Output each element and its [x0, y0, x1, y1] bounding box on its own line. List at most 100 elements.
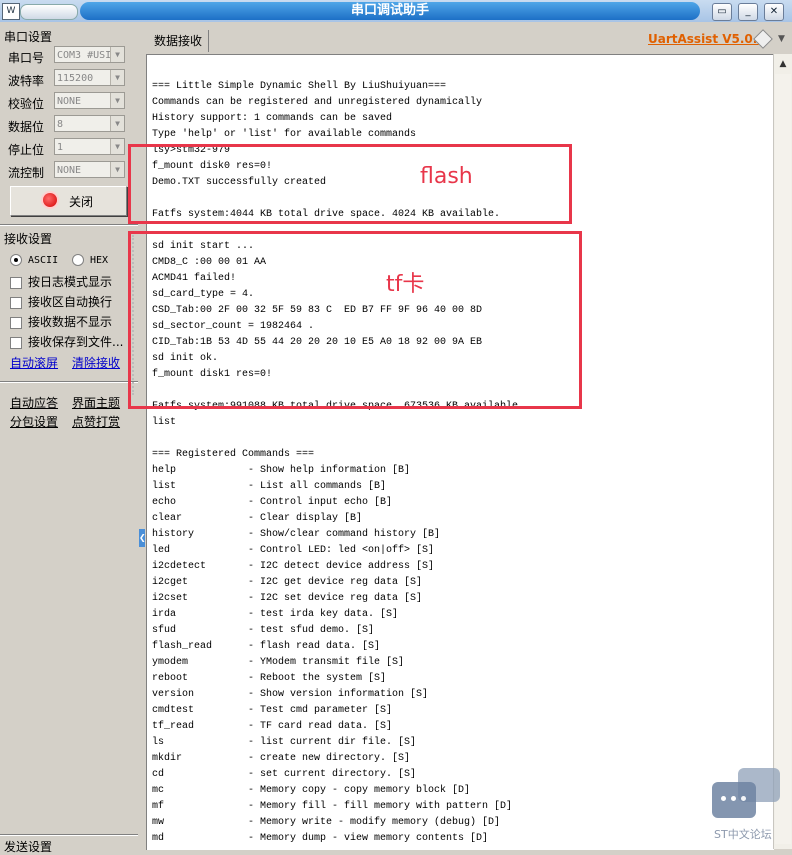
baud-select[interactable]: 115200 ▼ — [54, 69, 125, 86]
checkbox-icon[interactable] — [10, 276, 22, 289]
close-window-icon[interactable]: ✕ — [764, 3, 784, 21]
minimize-icon[interactable]: _ — [738, 3, 758, 21]
recv-line: ls - list current dir file. [S] — [152, 737, 417, 748]
like-link[interactable]: 点赞打赏 — [72, 413, 120, 430]
hex-radio[interactable]: HEX — [72, 252, 108, 266]
recv-line: version - Show version information [S] — [152, 689, 429, 700]
settings-panel: 串口设置 串口号 COM3 #USI ▼ 波特率 115200 ▼ 校验位 NONE… — [0, 24, 138, 854]
chevron-down-icon[interactable]: ▼ — [110, 70, 124, 85]
recv-line: i2cdetect - I2C detect device address [S… — [152, 561, 435, 572]
stopbits-value: 1 — [57, 142, 64, 153]
auto-scroll-link[interactable]: 自动滚屏 — [10, 354, 58, 371]
clear-recv-link[interactable]: 清除接收 — [72, 354, 120, 371]
recv-line: mc - Memory copy - copy memory block [D] — [152, 785, 471, 796]
recv-settings-title: 接收设置 — [4, 232, 53, 246]
watermark-text: ST中文论坛 — [714, 828, 772, 841]
stopbits-select[interactable]: 1 ▼ — [54, 138, 125, 155]
restore-icon[interactable]: ▭ — [712, 3, 732, 21]
auto-wrap-checkbox[interactable]: 接收区自动换行 — [10, 293, 112, 310]
recv-line: list - List all commands [B] — [152, 481, 387, 492]
divider — [0, 381, 138, 383]
ui-theme-link[interactable]: 界面主题 — [72, 394, 120, 411]
port-value: COM3 #USI — [57, 50, 112, 61]
log-mode-label: 按日志模式显示 — [28, 275, 113, 289]
chevron-down-icon[interactable]: ▼ — [110, 162, 124, 177]
vertical-scrollbar[interactable]: ▲ — [773, 54, 792, 849]
recv-line: i2cset - I2C set device reg data [S] — [152, 593, 423, 604]
recv-line: cmdtest - Test cmd parameter [S] — [152, 705, 393, 716]
databits-select[interactable]: 8 ▼ — [54, 115, 125, 132]
tab-data-recv[interactable]: 数据接收 — [148, 30, 210, 52]
flowctl-label: 流控制 — [8, 166, 45, 180]
status-led-icon — [43, 193, 57, 207]
tf-annotation: tf卡 — [386, 272, 425, 297]
radio-checked-icon[interactable] — [10, 253, 22, 266]
radio-icon[interactable] — [72, 253, 84, 266]
save-file-checkbox[interactable]: 接收保存到文件... — [10, 333, 123, 350]
scroll-up-icon[interactable]: ▲ — [775, 56, 791, 72]
brand-link[interactable]: UartAssist V5.0.1 — [648, 32, 766, 46]
collapse-arrow-icon[interactable]: ❮ — [139, 529, 146, 547]
chevron-down-icon[interactable]: ▼ — [110, 93, 124, 108]
recv-line: mkdir - create new directory. [S] — [152, 753, 411, 764]
ascii-label: ASCII — [28, 255, 59, 266]
checkbox-icon[interactable] — [10, 336, 22, 349]
recv-line: sfud - test sfud demo. [S] — [152, 625, 375, 636]
parity-value: NONE — [57, 96, 82, 107]
ascii-radio[interactable]: ASCII — [10, 252, 58, 266]
recv-line: irda - test irda key data. [S] — [152, 609, 399, 620]
recv-line: mf - Memory fill - fill memory with patt… — [152, 801, 513, 812]
flowctl-select[interactable]: NONE ▼ — [54, 161, 125, 178]
app-icon[interactable]: W — [2, 3, 20, 20]
flash-highlight-box — [128, 144, 572, 224]
checkbox-icon[interactable] — [10, 316, 22, 329]
auto-wrap-label: 接收区自动换行 — [28, 295, 113, 309]
recv-line: tf_read - TF card read data. [S] — [152, 721, 393, 732]
tab-bar: 数据接收 UartAssist V5.0.1 ▼ — [146, 24, 792, 54]
recv-line: Commands can be registered and unregiste… — [152, 97, 483, 108]
divider — [0, 224, 138, 226]
packet-settings-link[interactable]: 分包设置 — [10, 413, 58, 430]
recv-line: History support: 1 commands can be saved — [152, 113, 393, 124]
recv-line: echo - Control input echo [B] — [152, 497, 393, 508]
send-settings-title: 发送设置 — [4, 840, 53, 854]
chevron-down-icon[interactable]: ▼ — [110, 116, 124, 131]
auto-reply-link[interactable]: 自动应答 — [10, 394, 58, 411]
recv-line: clear - Clear display [B] — [152, 513, 363, 524]
recv-line: === Registered Commands === — [152, 449, 315, 460]
flowctl-value: NONE — [57, 165, 82, 176]
divider — [0, 834, 138, 836]
chevron-down-icon[interactable]: ▼ — [778, 34, 785, 44]
recv-line: led - Control LED: led <on|off> [S] — [152, 545, 435, 556]
recv-line: help - Show help information [B] — [152, 465, 411, 476]
chevron-down-icon[interactable]: ▼ — [110, 47, 124, 62]
baud-value: 115200 — [57, 73, 94, 84]
serial-settings-title: 串口设置 — [4, 30, 53, 44]
close-port-label: 关闭 — [69, 195, 94, 209]
watermark-logo: ST中文论坛 — [712, 768, 784, 841]
recv-line: mw - Memory write - modify memory (debug… — [152, 817, 501, 828]
title-bar: W 串口调试助手 ▭ _ ✕ — [0, 0, 792, 22]
flash-annotation: flash — [420, 164, 473, 189]
databits-value: 8 — [57, 119, 64, 130]
databits-label: 数据位 — [8, 120, 45, 134]
recv-line: history - Show/clear command history [B] — [152, 529, 441, 540]
tf-highlight-box — [128, 231, 582, 409]
log-mode-checkbox[interactable]: 按日志模式显示 — [10, 273, 112, 290]
recv-line: md - Memory dump - view memory contents … — [152, 833, 489, 844]
recv-line: Type 'help' or 'list' for available comm… — [152, 129, 417, 140]
checkbox-icon[interactable] — [10, 296, 22, 309]
recv-line: === Little Simple Dynamic Shell By LiuSh… — [152, 81, 447, 92]
scroll-thumb[interactable] — [775, 74, 791, 844]
stopbits-label: 停止位 — [8, 143, 45, 157]
port-label: 串口号 — [8, 51, 45, 65]
quick-access-pill[interactable] — [20, 4, 78, 20]
recv-line: cd - set current directory. [S] — [152, 769, 417, 780]
hide-data-checkbox[interactable]: 接收数据不显示 — [10, 313, 112, 330]
parity-select[interactable]: NONE ▼ — [54, 92, 125, 109]
recv-line: list — [152, 417, 177, 428]
recv-line: i2cget - I2C get device reg data [S] — [152, 577, 423, 588]
close-port-button[interactable]: 关闭 — [10, 186, 127, 216]
chevron-down-icon[interactable]: ▼ — [110, 139, 124, 154]
port-select[interactable]: COM3 #USI ▼ — [54, 46, 125, 63]
